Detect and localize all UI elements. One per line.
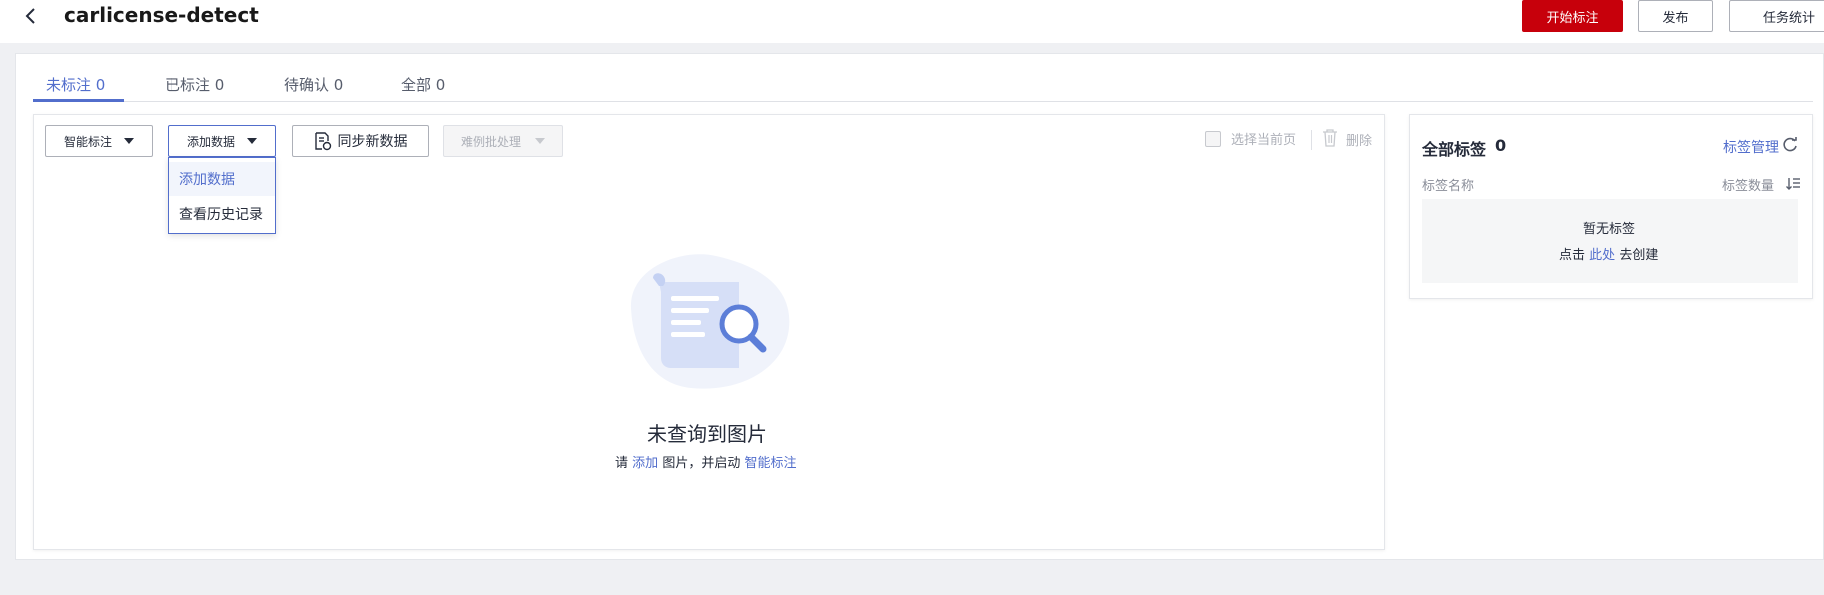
document-sync-icon — [314, 131, 331, 150]
empty-title: 未查询到图片 — [647, 422, 767, 446]
trash-icon[interactable] — [1322, 129, 1338, 147]
label-name-header: 标签名称 — [1422, 179, 1475, 194]
smart-label-link[interactable]: 智能标注 — [744, 456, 796, 471]
select-page-label: 选择当前页 — [1231, 133, 1297, 148]
dropdown-item-history[interactable]: 查看历史记录 — [169, 197, 275, 231]
hard-case-batch-text: 难例批处理 — [460, 134, 521, 149]
delete-button[interactable]: 删除 — [1346, 130, 1372, 149]
create-label-link[interactable]: 此处 — [1589, 248, 1615, 263]
add-data-text: 添加数据 — [186, 134, 235, 149]
sync-data-text: 同步新数据 — [337, 134, 408, 150]
create-suffix: 去创建 — [1619, 248, 1659, 263]
empty-hint: 请 添加 图片，并启动 智能标注 — [615, 452, 796, 471]
tab-pending[interactable]: 待确认 0 — [284, 74, 343, 95]
dropdown-item-add-data[interactable]: 添加数据 — [169, 162, 275, 196]
labels-count: 0 — [1495, 136, 1507, 155]
toolbar-divider — [1311, 130, 1312, 150]
top-bar: carlicense-detect 开始标注 发布 任务统计 — [0, 0, 1824, 43]
label-manage-link[interactable]: 标签管理 — [1723, 137, 1779, 157]
labels-panel-title: 全部标签 — [1422, 140, 1487, 159]
back-icon[interactable] — [22, 7, 38, 25]
smart-label-text: 智能标注 — [63, 134, 112, 149]
chevron-down-icon — [247, 138, 257, 144]
tab-unlabeled[interactable]: 未标注 0 — [46, 74, 105, 95]
add-images-link[interactable]: 添加 — [632, 456, 658, 471]
tab-active-indicator — [33, 99, 124, 102]
chevron-down-icon — [535, 138, 545, 144]
tab-bar: 未标注 0 已标注 0 待确认 0 全部 0 — [33, 72, 1813, 102]
hard-case-batch-button[interactable]: 难例批处理 — [443, 125, 563, 157]
hint-middle: 图片，并启动 — [662, 456, 741, 471]
tab-labeled[interactable]: 已标注 0 — [165, 74, 224, 95]
empty-search-illustration — [630, 254, 790, 389]
select-page-checkbox[interactable] — [1205, 131, 1221, 147]
chevron-down-icon — [124, 138, 134, 144]
no-labels-text: 暂无标签 — [1583, 222, 1636, 237]
start-labeling-button[interactable]: 开始标注 — [1522, 0, 1623, 32]
tab-all[interactable]: 全部 0 — [401, 74, 445, 95]
publish-button[interactable]: 发布 — [1638, 0, 1713, 32]
refresh-icon[interactable] — [1782, 137, 1798, 153]
create-prefix: 点击 — [1559, 248, 1586, 263]
page-title: carlicense-detect — [64, 3, 259, 27]
label-count-header: 标签数量 — [1722, 179, 1775, 194]
task-stats-button[interactable]: 任务统计 — [1729, 0, 1824, 32]
smart-label-button[interactable]: 智能标注 — [45, 125, 153, 157]
add-data-dropdown: 添加数据 查看历史记录 — [168, 157, 276, 234]
sync-data-button[interactable]: 同步新数据 — [292, 125, 429, 157]
labels-empty-box — [1422, 199, 1798, 283]
create-label-hint: 点击 此处 去创建 — [1559, 244, 1658, 263]
add-data-button[interactable]: 添加数据 — [168, 125, 276, 157]
sort-icon[interactable] — [1786, 177, 1800, 190]
hint-prefix: 请 — [615, 456, 629, 471]
